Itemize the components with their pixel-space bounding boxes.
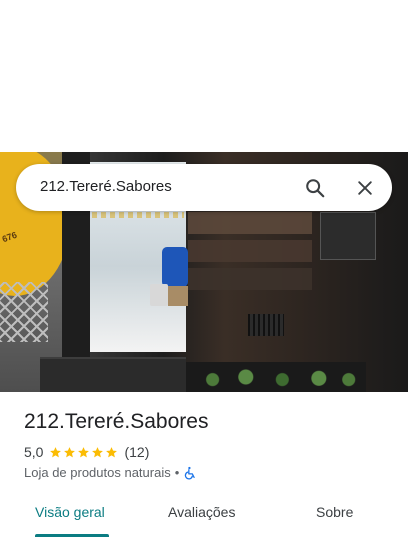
search-icon <box>306 179 325 198</box>
rating-row[interactable]: 5,0 (12) <box>24 444 149 460</box>
place-category: Loja de produtos naturais <box>24 465 171 480</box>
rating-stars <box>49 446 118 459</box>
search-input[interactable]: 212.Tereré.Sabores <box>40 178 172 195</box>
photo-garland <box>92 212 184 218</box>
rating-value: 5,0 <box>24 444 44 460</box>
place-tabs: Visão geral Avaliações Sobre <box>0 496 408 537</box>
tab-about[interactable]: Sobre <box>316 504 353 520</box>
place-title: 212.Tereré.Sabores <box>24 410 209 433</box>
separator-dot: • <box>174 465 180 480</box>
tab-reviews[interactable]: Avaliações <box>168 504 235 520</box>
tab-overview[interactable]: Visão geral <box>35 504 105 520</box>
star-icon <box>64 446 76 457</box>
star-icon <box>50 446 62 457</box>
star-icon <box>92 446 104 457</box>
photo-box <box>168 286 188 306</box>
wheelchair-icon <box>185 466 196 480</box>
photo-plants <box>196 364 362 390</box>
photo-wood-panel <box>188 240 312 262</box>
photo-wood-panel <box>188 268 312 290</box>
photo-barrel <box>162 247 188 287</box>
photo-lightbox <box>320 212 376 260</box>
search-bar[interactable]: 212.Tereré.Sabores <box>16 164 392 211</box>
close-icon <box>358 181 372 195</box>
photo-step <box>40 357 186 392</box>
star-icon <box>106 446 118 457</box>
category-row: Loja de produtos naturais • <box>24 465 197 480</box>
search-button[interactable] <box>300 173 330 203</box>
star-icon <box>78 446 90 457</box>
close-button[interactable] <box>350 173 380 203</box>
photo-bucket <box>150 284 168 306</box>
review-count[interactable]: (12) <box>124 444 149 460</box>
photo-grille <box>0 282 48 342</box>
tab-active-indicator <box>35 534 109 537</box>
photo-vent <box>248 314 284 336</box>
photo-wood-panel <box>188 212 312 234</box>
